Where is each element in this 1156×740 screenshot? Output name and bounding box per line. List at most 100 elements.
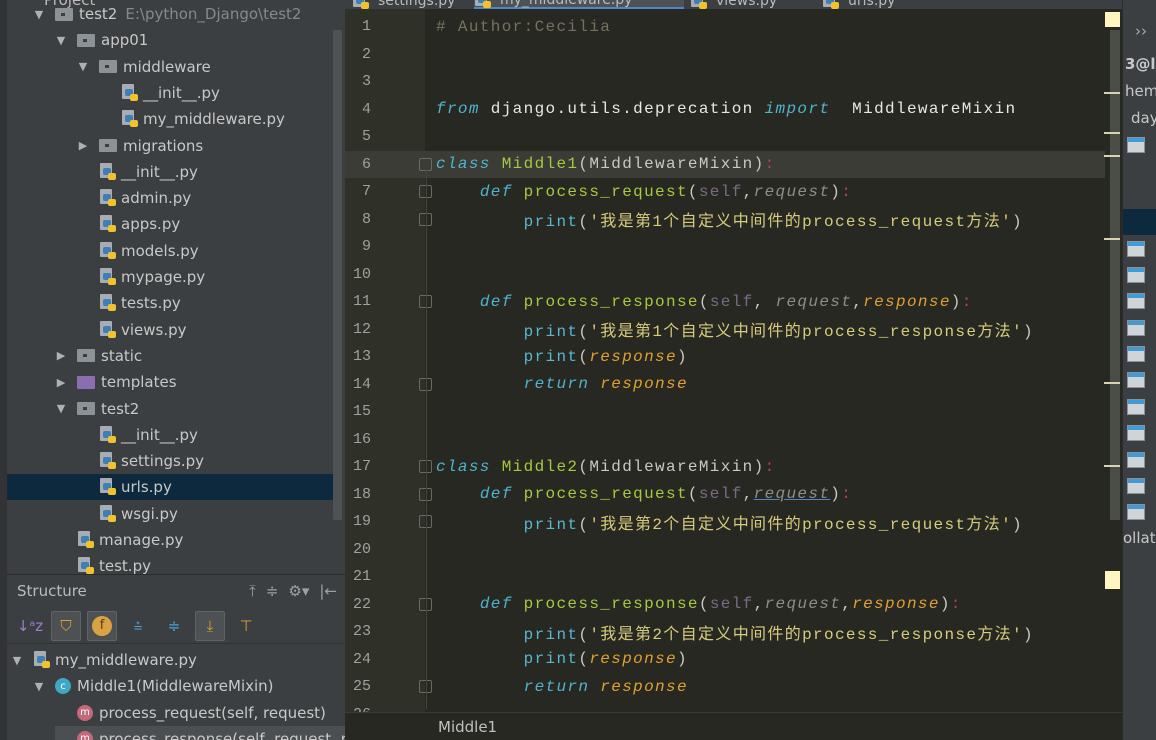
db-schema-label[interactable]: hem <box>1125 82 1156 100</box>
code-line[interactable]: 21 <box>345 563 1110 591</box>
code-line[interactable]: 8 print('我是第1个自定义中间件的process_request方法') <box>345 206 1110 234</box>
stripe-mark[interactable] <box>1104 465 1120 467</box>
code-line[interactable]: 13 print(response) <box>345 343 1110 371</box>
project-scrollbar[interactable] <box>333 30 342 520</box>
tree-item[interactable]: __init__.py <box>99 80 220 106</box>
code-line[interactable]: 6 class Middle1(MiddlewareMixin): <box>345 150 1110 178</box>
code-line[interactable]: 17 class Middle2(MiddlewareMixin): <box>345 453 1110 481</box>
hide-icon[interactable]: |← <box>319 582 337 600</box>
tab-my_middleware-py[interactable]: my_middleware.py <box>474 0 684 9</box>
table-icon[interactable] <box>1127 399 1145 415</box>
tab-views-py[interactable]: views.py <box>690 0 777 9</box>
tree-item[interactable]: ▼ test2 <box>55 396 140 422</box>
chevron-down-icon[interactable]: ▼ <box>55 34 67 47</box>
table-icon[interactable] <box>1127 452 1145 468</box>
code-line[interactable]: 10 <box>345 261 1110 289</box>
tree-item[interactable]: __init__.py <box>77 159 198 185</box>
tree-item[interactable]: mypage.py <box>77 264 205 290</box>
breadcrumb-item[interactable]: Middle1 <box>438 718 497 736</box>
db-selected-row[interactable] <box>1123 209 1156 235</box>
tree-item[interactable]: m process_response(self, request, respons… <box>55 725 345 740</box>
table-icon[interactable] <box>1127 425 1145 441</box>
chevron-down-icon[interactable]: ▼ <box>33 8 45 21</box>
chevron-down-icon[interactable]: ▼ <box>11 654 23 667</box>
more-tabs-button[interactable]: ›› <box>1135 22 1147 40</box>
tree-item[interactable]: m process_request(self, request) <box>55 700 326 726</box>
code-line[interactable]: 24 print(response) <box>345 646 1110 674</box>
tab-urls-py[interactable]: urls.py <box>822 0 895 9</box>
breadcrumb[interactable]: Middle1 <box>345 712 1122 740</box>
tree-item[interactable]: ▼ middleware <box>77 54 211 80</box>
db-collations-label[interactable]: ollati <box>1123 529 1156 547</box>
stripe-mark[interactable] <box>1104 132 1120 134</box>
code-line[interactable]: 2 <box>345 41 1110 69</box>
tree-item[interactable]: settings.py <box>77 448 204 474</box>
tree-item[interactable]: ▶ static <box>55 343 142 369</box>
chevron-right-icon[interactable]: ▶ <box>55 376 67 389</box>
tree-item[interactable]: manage.py <box>55 527 183 553</box>
chevron-down-icon[interactable]: ▼ <box>77 60 89 73</box>
sort-alpha-icon[interactable]: ↓ᵃz <box>15 611 45 641</box>
stripe-mark[interactable] <box>1104 92 1120 94</box>
tab-settings-py[interactable]: settings.py <box>352 0 455 9</box>
code-line[interactable]: 14 return response <box>345 371 1110 399</box>
tree-item[interactable]: ▼ my_middleware.py <box>11 647 197 673</box>
show-fields-icon[interactable]: f <box>87 610 117 641</box>
code-line[interactable]: 26 <box>345 701 1110 712</box>
table-icon[interactable] <box>1127 478 1145 494</box>
code-line[interactable]: 22 def process_response(self,request,res… <box>345 591 1110 619</box>
autoscroll-to-source-icon[interactable]: ⤓ <box>195 610 225 641</box>
tree-item[interactable]: models.py <box>77 238 199 264</box>
code-line[interactable]: 9 <box>345 233 1110 261</box>
code-line[interactable]: 23 print('我是第2个自定义中间件的process_response方法… <box>345 618 1110 646</box>
table-icon[interactable] <box>1127 241 1145 257</box>
table-icon[interactable] <box>1127 267 1145 283</box>
show-inherited-icon[interactable]: ⛉ <box>51 610 81 641</box>
tree-item[interactable]: ▼ test2 E:\python_Django\test2 <box>33 1 302 27</box>
code-line[interactable]: 19 print('我是第2个自定义中间件的process_request方法'… <box>345 508 1110 536</box>
tree-item[interactable]: __init__.py <box>77 422 198 448</box>
code-line[interactable]: 25 return response <box>345 673 1110 701</box>
chevron-right-icon[interactable]: ▶ <box>55 349 67 362</box>
chevron-down-icon[interactable]: ▼ <box>33 680 45 693</box>
stripe-mark[interactable] <box>1104 382 1120 384</box>
warning-marker[interactable] <box>1105 571 1120 589</box>
table-icon[interactable] <box>1127 346 1145 362</box>
expand-icon[interactable]: ⩮ <box>123 611 153 641</box>
autoscroll-from-source-icon[interactable]: ⊤ <box>231 611 261 641</box>
tree-item[interactable]: tests.py <box>77 290 181 316</box>
stripe-mark[interactable] <box>1104 238 1120 240</box>
collapse-icon[interactable]: ≑ <box>159 611 189 641</box>
tree-item[interactable]: my_middleware.py <box>99 106 285 132</box>
chevron-right-icon[interactable]: ▶ <box>77 139 89 152</box>
code-line[interactable]: 1 # Author:Cecilia <box>345 13 1110 41</box>
tree-item[interactable]: ▶ templates <box>55 369 177 395</box>
tree-item[interactable]: apps.py <box>77 211 180 237</box>
stripe-mark[interactable] <box>1104 155 1120 157</box>
db-item-label[interactable]: day <box>1131 109 1156 127</box>
db-connection-label[interactable]: 3@lc <box>1125 55 1156 73</box>
chevron-down-icon[interactable]: ▼ <box>55 402 67 415</box>
tree-item[interactable]: ▼ app01 <box>55 27 149 53</box>
tree-item[interactable]: views.py <box>77 317 187 343</box>
tree-item[interactable]: ▼ c Middle1(MiddlewareMixin) <box>33 673 274 699</box>
code-line[interactable]: 3 <box>345 68 1110 96</box>
tree-item[interactable]: urls.py <box>7 474 337 501</box>
code-line[interactable]: 16 <box>345 426 1110 454</box>
collapse-all-icon[interactable]: ≑ <box>266 582 279 600</box>
code-line[interactable]: 7 def process_request(self,request): <box>345 178 1110 206</box>
table-icon[interactable] <box>1127 320 1145 336</box>
tree-item[interactable]: ▶ migrations <box>77 133 203 159</box>
inspection-indicator[interactable] <box>1105 12 1120 27</box>
expand-all-icon[interactable]: ⤒ <box>249 582 256 600</box>
code-editor[interactable]: 1 # Author:Cecilia 2 3 4 from django.utils.de… <box>345 9 1122 712</box>
tree-item[interactable]: wsgi.py <box>77 501 178 527</box>
table-icon[interactable] <box>1127 504 1145 520</box>
table-icon[interactable] <box>1127 137 1145 153</box>
gear-icon[interactable]: ⚙▾ <box>288 582 309 600</box>
code-line[interactable]: 12 print('我是第1个自定义中间件的process_response方法… <box>345 316 1110 344</box>
code-line[interactable]: 18 def process_request(self,request): <box>345 481 1110 509</box>
table-icon[interactable] <box>1127 372 1145 388</box>
code-line[interactable]: 5 <box>345 123 1110 151</box>
code-line[interactable]: 4 from django.utils.deprecation import Mi… <box>345 96 1110 124</box>
